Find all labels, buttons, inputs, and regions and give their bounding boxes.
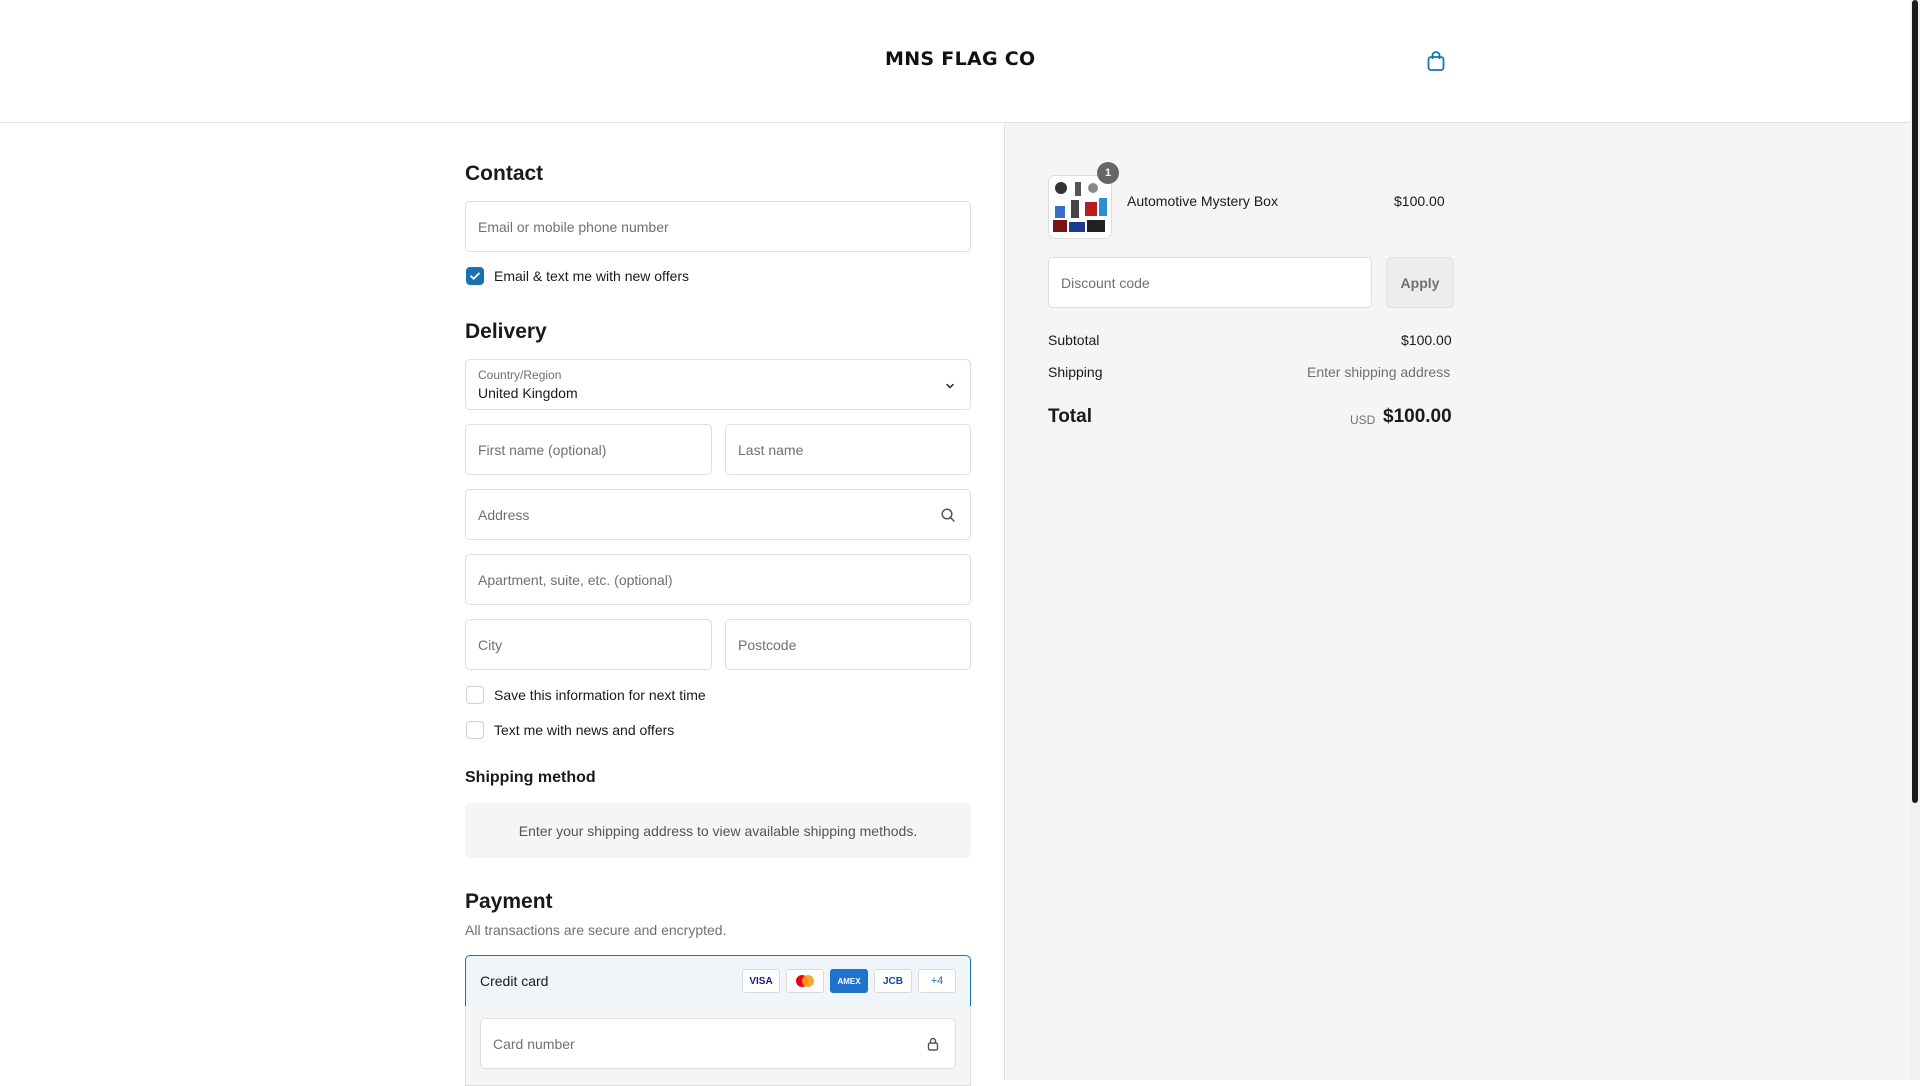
- more-cards-badge[interactable]: +4: [918, 969, 956, 993]
- amex-icon: AMEX: [830, 969, 868, 993]
- city-field[interactable]: [465, 619, 712, 670]
- shipping-method-heading: Shipping method: [465, 769, 596, 786]
- total-value: $100.00: [1383, 406, 1452, 427]
- visa-icon: VISA: [742, 969, 780, 993]
- lock-icon: [927, 1037, 939, 1051]
- postcode-field[interactable]: [725, 619, 971, 670]
- card-brands: VISA AMEX JCB +4: [742, 969, 956, 993]
- shipping-method-notice: Enter your shipping address to view avai…: [465, 803, 971, 858]
- text-news-option[interactable]: Text me with news and offers: [466, 721, 674, 739]
- chevron-down-icon: [946, 383, 954, 389]
- payment-heading: Payment: [465, 890, 553, 913]
- credit-card-form: [465, 1006, 971, 1086]
- last-name-field[interactable]: [725, 424, 971, 475]
- store-logo[interactable]: MNS FLAG CO: [885, 48, 1036, 70]
- product-image: [1049, 176, 1111, 238]
- address-input[interactable]: [466, 490, 970, 539]
- email-offers-checkbox[interactable]: [466, 267, 484, 285]
- country-value: United Kingdom: [478, 385, 578, 401]
- save-info-checkbox[interactable]: [466, 686, 484, 704]
- save-info-option[interactable]: Save this information for next time: [466, 686, 706, 704]
- first-name-field[interactable]: [465, 424, 712, 475]
- payment-subtitle: All transactions are secure and encrypte…: [465, 922, 727, 938]
- card-number-field[interactable]: [480, 1018, 956, 1069]
- apartment-field[interactable]: [465, 554, 971, 605]
- card-number-input[interactable]: [481, 1019, 955, 1068]
- checkout-header: MNS FLAG CO: [0, 0, 1910, 123]
- email-offers-option[interactable]: Email & text me with new offers: [466, 267, 689, 285]
- jcb-icon: JCB: [874, 969, 912, 993]
- credit-card-label: Credit card: [480, 973, 549, 989]
- scrollbar-thumb[interactable]: [1912, 0, 1918, 803]
- text-news-label: Text me with news and offers: [494, 722, 675, 738]
- email-input[interactable]: [466, 202, 970, 251]
- postcode-input[interactable]: [726, 620, 970, 669]
- checkmark-icon: [470, 272, 480, 280]
- total-label: Total: [1048, 406, 1092, 427]
- subtotal-value: $100.00: [1401, 332, 1452, 348]
- apartment-input[interactable]: [466, 555, 970, 604]
- last-name-input[interactable]: [726, 425, 970, 474]
- email-offers-label: Email & text me with new offers: [494, 268, 690, 284]
- shipping-value: Enter shipping address: [1307, 364, 1451, 380]
- delivery-heading: Delivery: [465, 320, 547, 343]
- shopping-bag-icon[interactable]: [1424, 49, 1448, 73]
- search-icon[interactable]: [940, 507, 956, 523]
- quantity-badge: 1: [1097, 162, 1119, 184]
- credit-card-option[interactable]: Credit card VISA AMEX JCB +4: [465, 955, 971, 1007]
- page-scrollbar[interactable]: [1910, 0, 1920, 1080]
- product-name: Automotive Mystery Box: [1127, 193, 1278, 209]
- address-field[interactable]: [465, 489, 971, 540]
- product-thumbnail: [1048, 175, 1112, 239]
- shipping-label: Shipping: [1048, 364, 1103, 380]
- save-info-label: Save this information for next time: [494, 687, 706, 703]
- text-news-checkbox[interactable]: [466, 721, 484, 739]
- city-input[interactable]: [466, 620, 711, 669]
- subtotal-label: Subtotal: [1048, 332, 1100, 348]
- country-label: Country/Region: [478, 368, 562, 382]
- discount-code-field[interactable]: [1048, 257, 1372, 308]
- discount-code-input[interactable]: [1049, 258, 1371, 307]
- currency-code: USD: [1350, 413, 1376, 427]
- mastercard-icon: [786, 969, 824, 993]
- email-field[interactable]: [465, 201, 971, 252]
- country-select[interactable]: Country/Region United Kingdom: [465, 359, 971, 410]
- first-name-input[interactable]: [466, 425, 711, 474]
- apply-discount-button[interactable]: Apply: [1386, 257, 1454, 308]
- contact-heading: Contact: [465, 162, 544, 185]
- product-price: $100.00: [1394, 193, 1445, 209]
